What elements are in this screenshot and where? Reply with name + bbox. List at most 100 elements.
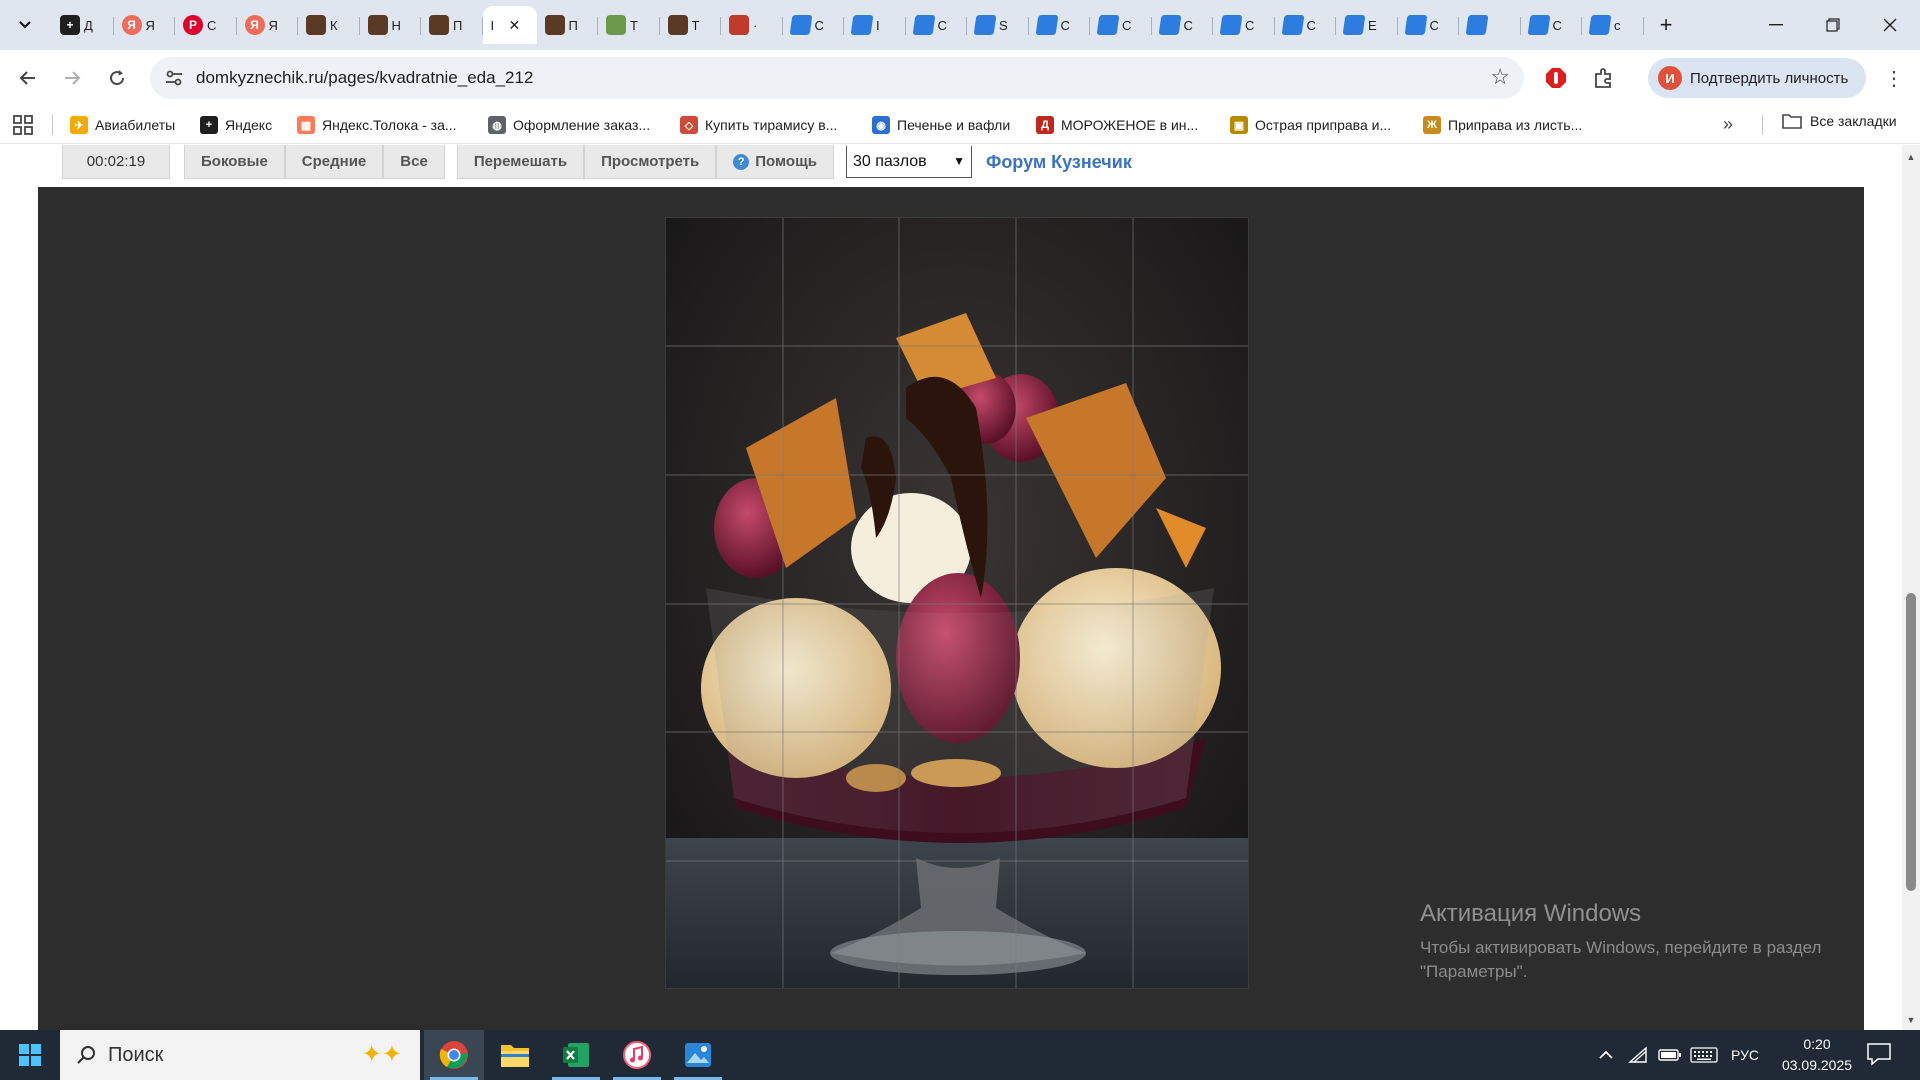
tab[interactable]: С <box>1398 6 1459 44</box>
help-button[interactable]: ? Помощь <box>716 145 834 179</box>
all-bookmarks-button[interactable]: Все закладки <box>1782 113 1897 129</box>
photos-icon <box>685 1043 711 1067</box>
scroll-up-arrow-icon[interactable]: ▲ <box>1902 149 1920 165</box>
new-tab-button[interactable]: + <box>1651 10 1681 40</box>
tab[interactable]: S <box>967 6 1029 44</box>
tab-search-chevron-icon[interactable] <box>8 8 42 42</box>
tab[interactable]: PС <box>175 6 237 44</box>
address-bar[interactable]: domkyznechik.ru/pages/kvadratnie_eda_212… <box>150 57 1524 99</box>
scrollbar-thumb[interactable] <box>1906 593 1916 891</box>
dropdown-caret-icon: ▼ <box>953 154 965 168</box>
notifications-icon[interactable] <box>1866 1042 1894 1068</box>
tab[interactable]: Т <box>598 6 660 44</box>
tab-favicon <box>1096 15 1120 35</box>
tab[interactable]: С <box>1213 6 1275 44</box>
bookmark-item[interactable]: ◉ Печенье и вафли <box>872 113 1010 137</box>
tab[interactable]: П <box>537 6 598 44</box>
close-tab-icon[interactable]: ✕ <box>509 17 521 34</box>
folder-icon <box>1782 114 1802 129</box>
taskbar-photos[interactable] <box>668 1030 728 1080</box>
bookmark-item[interactable]: Ж Приправа из листь... <box>1423 113 1582 137</box>
bookmark-item[interactable]: ▣ Острая приправа и... <box>1230 113 1391 137</box>
tab[interactable]: Н <box>360 6 421 44</box>
bookmark-star-icon[interactable]: ☆ <box>1490 64 1510 90</box>
bookmark-item[interactable]: ✈ Авиабилеты <box>70 113 175 137</box>
tab-title: Я <box>145 17 155 33</box>
bookmarks-divider <box>1762 115 1763 135</box>
system-clock[interactable]: 0:20 03.09.2025 <box>1772 1034 1862 1076</box>
forward-button[interactable] <box>54 60 90 96</box>
tab[interactable]: Е <box>1336 6 1398 44</box>
forum-link[interactable]: Форум Кузнечик <box>986 152 1132 173</box>
tab[interactable]: С <box>783 6 844 44</box>
tab-title: С <box>1183 17 1193 33</box>
keyboard-icon[interactable] <box>1690 1030 1718 1080</box>
tab[interactable]: С <box>1029 6 1090 44</box>
show-hidden-icons-chevron-icon[interactable] <box>1598 1030 1614 1080</box>
network-icon[interactable] <box>1628 1030 1648 1080</box>
reload-button[interactable] <box>99 60 135 96</box>
extensions-puzzle-icon[interactable] <box>1590 64 1618 92</box>
tab[interactable]: С <box>1275 6 1336 44</box>
bookmark-label: МОРОЖЕНОЕ в ин... <box>1061 117 1199 133</box>
site-settings-icon[interactable] <box>158 62 190 94</box>
apps-grid-icon[interactable] <box>12 114 34 136</box>
tab[interactable]: С <box>906 6 967 44</box>
edge-pieces-button[interactable]: Боковые <box>184 145 285 179</box>
tab[interactable]: · <box>721 6 783 44</box>
middle-pieces-button[interactable]: Средние <box>284 145 384 179</box>
bookmark-favicon-icon: ▣ <box>1230 116 1248 134</box>
tab[interactable]: П <box>421 6 483 44</box>
tab[interactable]: I <box>844 6 906 44</box>
tab[interactable]: ЯЯ <box>114 6 175 44</box>
bookmark-item[interactable]: ◍ Оформление заказ... <box>488 113 650 137</box>
taskbar-itunes[interactable] <box>607 1030 667 1080</box>
tab[interactable]: К <box>298 6 360 44</box>
close-window-button[interactable] <box>1860 0 1920 50</box>
tab[interactable]: С <box>1152 6 1213 44</box>
tab[interactable]: с <box>1582 6 1644 44</box>
adblock-extension-icon[interactable] <box>1542 64 1570 92</box>
bookmark-item[interactable]: Д МОРОЖЕНОЕ в ин... <box>1036 113 1198 137</box>
tab-active[interactable]: I ✕ <box>482 6 537 44</box>
tab-favicon <box>429 15 449 35</box>
taskbar-chrome[interactable] <box>424 1030 484 1080</box>
tab[interactable]: Т <box>660 6 721 44</box>
bookmark-label: Печенье и вафли <box>897 117 1011 133</box>
taskbar-excel[interactable] <box>546 1030 606 1080</box>
back-button[interactable] <box>10 60 46 96</box>
tab[interactable] <box>1459 6 1521 44</box>
input-language[interactable]: РУС <box>1731 1030 1759 1080</box>
scroll-down-arrow-icon[interactable]: ▼ <box>1902 1012 1920 1028</box>
bookmark-favicon-icon: + <box>200 116 218 134</box>
tab-favicon <box>912 15 935 35</box>
more-bookmarks-icon[interactable]: » <box>1723 114 1733 135</box>
tab[interactable]: С <box>1521 6 1582 44</box>
tab[interactable]: С <box>1090 6 1152 44</box>
browser-menu-icon[interactable]: ⋮ <box>1878 62 1910 94</box>
verify-identity-button[interactable]: И Подтвердить личность <box>1648 58 1866 98</box>
bookmark-item[interactable]: ◇ Купить тирамису в... <box>680 113 837 137</box>
tab[interactable]: ЯЯ <box>237 6 298 44</box>
maximize-button[interactable] <box>1803 0 1863 50</box>
taskbar-search[interactable]: Поиск ✦✦ <box>60 1030 420 1080</box>
clock-time: 0:20 <box>1803 1036 1831 1052</box>
taskbar-file-explorer[interactable] <box>485 1030 545 1080</box>
start-button[interactable] <box>0 1030 60 1080</box>
bookmark-item[interactable]: + Яндекс <box>200 113 272 137</box>
tab-favicon: + <box>60 15 80 35</box>
preview-button[interactable]: Просмотреть <box>584 145 717 179</box>
page-scrollbar[interactable]: ▲ ▼ <box>1902 145 1920 1030</box>
all-pieces-button[interactable]: Все <box>383 145 445 179</box>
piece-count-select[interactable]: 30 пазлов ▼ <box>845 146 972 178</box>
puzzle-toolbar: 00:02:19 Боковые Средние Все Перемешать … <box>62 145 1132 179</box>
favicon-glyph: Я <box>127 18 136 32</box>
minimize-button[interactable] <box>1746 0 1806 50</box>
tab[interactable]: + Д <box>52 6 114 44</box>
tab-strip: + Д Я Я P С Я Я К Н П I ✕ П Т Т · С I С S С С С С С Е С Сс + <box>0 0 1920 50</box>
puzzle-image[interactable] <box>665 217 1249 989</box>
shuffle-button[interactable]: Перемешать <box>456 145 585 179</box>
battery-icon[interactable] <box>1658 1030 1682 1080</box>
bookmark-item[interactable]: ▦ Яндекс.Толока - за... <box>297 113 457 137</box>
tab-title: I <box>876 17 880 33</box>
